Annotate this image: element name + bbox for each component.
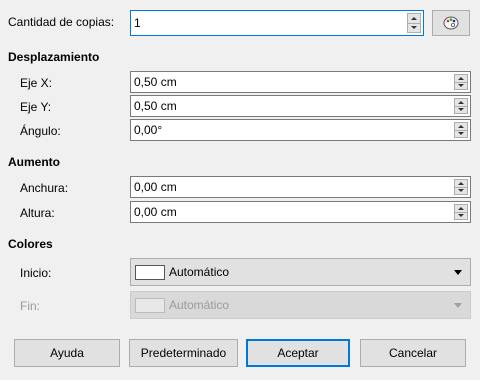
y-axis-value: 0,50 cm bbox=[134, 99, 177, 113]
width-value: 0,00 cm bbox=[134, 180, 177, 194]
displacement-heading: Desplazamiento bbox=[8, 50, 100, 64]
height-label: Altura: bbox=[20, 206, 55, 220]
height-value: 0,00 cm bbox=[134, 205, 177, 219]
start-color-dropdown[interactable]: Automático bbox=[130, 258, 471, 286]
spin-down-icon[interactable] bbox=[454, 212, 468, 220]
y-axis-spinbox[interactable]: 0,50 cm bbox=[130, 95, 471, 117]
ok-button[interactable]: Aceptar bbox=[246, 339, 350, 367]
color-swatch bbox=[135, 298, 165, 313]
spin-up-icon[interactable] bbox=[454, 122, 468, 131]
copies-spinbox[interactable]: 1 bbox=[130, 10, 424, 36]
colors-heading: Colores bbox=[8, 237, 53, 251]
enlargement-heading: Aumento bbox=[8, 155, 60, 169]
width-label: Anchura: bbox=[20, 181, 69, 195]
chevron-down-icon bbox=[454, 303, 462, 308]
x-axis-label: Eje X: bbox=[20, 76, 53, 90]
x-axis-value: 0,50 cm bbox=[134, 75, 177, 89]
copies-value: 1 bbox=[134, 16, 141, 30]
x-axis-spinbox[interactable]: 0,50 cm bbox=[130, 71, 471, 93]
angle-value: 0,00° bbox=[134, 123, 163, 137]
spin-down-icon[interactable] bbox=[454, 106, 468, 114]
width-spinbox[interactable]: 0,00 cm bbox=[130, 176, 471, 198]
spin-up-icon[interactable] bbox=[454, 74, 468, 83]
end-color-label: Fin: bbox=[20, 299, 41, 313]
copies-label: Cantidad de copias: bbox=[8, 15, 115, 29]
start-color-label: Inicio: bbox=[20, 266, 52, 280]
x-axis-spin-arrows[interactable] bbox=[454, 74, 468, 90]
spin-down-icon[interactable] bbox=[454, 130, 468, 138]
help-button[interactable]: Ayuda bbox=[14, 339, 120, 367]
spin-down-icon[interactable] bbox=[407, 23, 421, 33]
angle-spinbox[interactable]: 0,00° bbox=[130, 119, 471, 141]
palette-icon bbox=[443, 16, 459, 30]
color-swatch bbox=[135, 265, 165, 280]
angle-spin-arrows[interactable] bbox=[454, 122, 468, 138]
spin-down-icon[interactable] bbox=[454, 187, 468, 195]
height-spinbox[interactable]: 0,00 cm bbox=[130, 201, 471, 223]
y-axis-label: Eje Y: bbox=[20, 100, 52, 114]
y-axis-spin-arrows[interactable] bbox=[454, 98, 468, 114]
cancel-button[interactable]: Cancelar bbox=[360, 339, 466, 367]
copies-spin-arrows[interactable] bbox=[407, 13, 421, 33]
spin-up-icon[interactable] bbox=[407, 13, 421, 24]
width-spin-arrows[interactable] bbox=[454, 179, 468, 195]
height-spin-arrows[interactable] bbox=[454, 204, 468, 220]
angle-label: Ángulo: bbox=[20, 124, 61, 138]
spin-up-icon[interactable] bbox=[454, 98, 468, 107]
chevron-down-icon bbox=[454, 270, 462, 275]
end-color-dropdown: Automático bbox=[130, 291, 471, 319]
start-color-value: Automático bbox=[169, 265, 230, 279]
spin-up-icon[interactable] bbox=[454, 204, 468, 213]
spin-up-icon[interactable] bbox=[454, 179, 468, 188]
end-color-value: Automático bbox=[169, 298, 230, 312]
reset-button[interactable]: Predeterminado bbox=[129, 339, 238, 367]
color-palette-button[interactable] bbox=[432, 10, 470, 36]
spin-down-icon[interactable] bbox=[454, 82, 468, 90]
